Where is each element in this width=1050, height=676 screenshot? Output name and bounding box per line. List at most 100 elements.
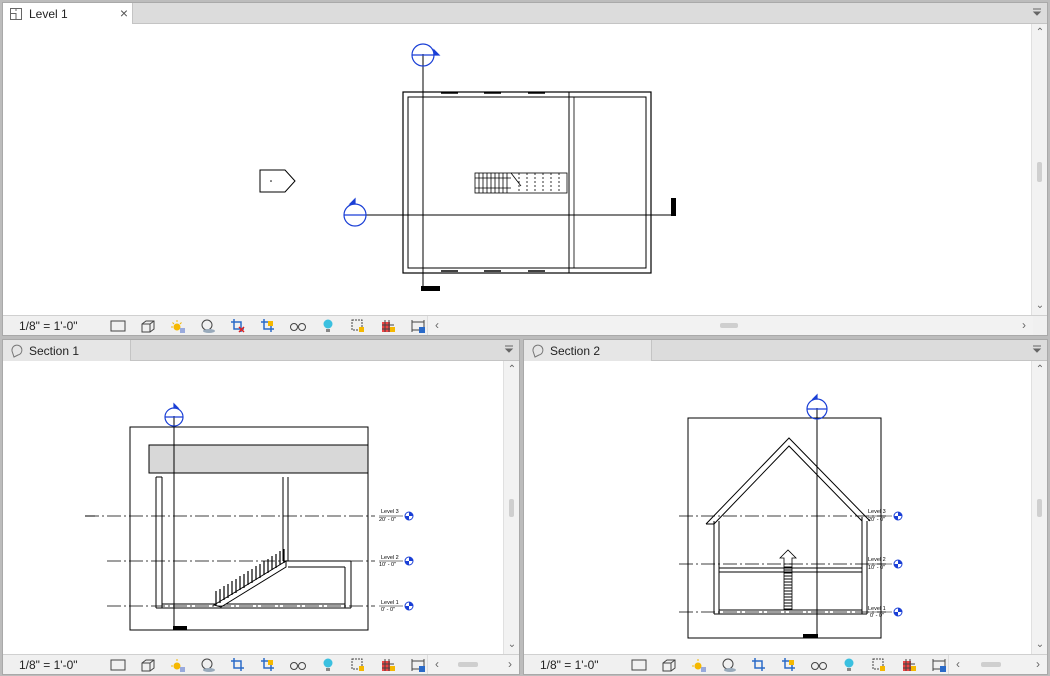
lightbulb-icon[interactable] — [834, 655, 864, 675]
scroll-right-icon[interactable]: › — [1031, 655, 1045, 674]
crop-region-icon[interactable] — [774, 655, 804, 675]
shadows-icon[interactable] — [193, 316, 223, 336]
crop-view-icon[interactable] — [223, 316, 253, 336]
scroll-up-icon[interactable]: ⌃ — [1032, 26, 1047, 40]
crop-region-icon[interactable] — [253, 655, 283, 675]
scroll-up-icon[interactable]: ⌃ — [504, 363, 519, 377]
vertical-scrollbar[interactable]: ⌃ ⌄ — [503, 361, 519, 654]
level-1-head: Level 1 0' - 0" — [868, 606, 903, 619]
section-2-view: Section 2 Level 3 20' - 0" Level 2 10' -… — [523, 339, 1048, 675]
highlight-displacement-icon[interactable] — [864, 655, 894, 675]
sun-path-icon[interactable] — [163, 316, 193, 336]
vertical-scrollbar[interactable]: ⌃ ⌄ — [1031, 361, 1047, 654]
view-scale[interactable]: 1/8" = 1'-0" — [3, 658, 103, 672]
scroll-left-icon[interactable]: ‹ — [430, 316, 444, 335]
section-2-tabbar: Section 2 — [524, 340, 1047, 361]
scroll-right-icon[interactable]: › — [1017, 316, 1031, 335]
scroll-thumb[interactable] — [1037, 162, 1042, 182]
level-3-name: Level 3 — [381, 509, 399, 515]
tab-label: Section 1 — [29, 343, 80, 358]
level-2-name: Level 2 — [868, 557, 886, 563]
horizontal-scrollbar[interactable]: ‹ › — [948, 655, 1047, 674]
chevron-down-icon[interactable] — [1031, 343, 1043, 355]
plan-canvas[interactable] — [3, 24, 1031, 315]
scroll-thumb[interactable] — [720, 323, 738, 328]
scroll-down-icon[interactable]: ⌄ — [1032, 299, 1047, 313]
section-1-view: Section 1 Level 3 20' - 0" Level 2 10' -… — [2, 339, 520, 675]
crop-view-icon[interactable] — [744, 655, 774, 675]
view-scale[interactable]: 1/8" = 1'-0" — [524, 658, 624, 672]
view-scale[interactable]: 1/8" = 1'-0" — [3, 319, 103, 333]
model-display-icon[interactable] — [103, 316, 133, 336]
scroll-right-icon[interactable]: › — [503, 655, 517, 674]
section-view-icon — [532, 344, 544, 358]
level-2-elevation: 10' - 0" — [379, 562, 396, 568]
lightbulb-icon[interactable] — [313, 316, 343, 336]
stair — [474, 172, 568, 194]
gable-roof — [705, 437, 871, 525]
model-display-icon[interactable] — [103, 655, 133, 675]
scroll-up-icon[interactable]: ⌃ — [1032, 363, 1047, 377]
chevron-down-icon[interactable] — [1031, 6, 1043, 18]
tab-section-1[interactable]: Section 1 — [3, 340, 131, 361]
roof-slab — [148, 444, 369, 474]
highlight-displacement-icon[interactable] — [343, 316, 373, 336]
level-3-head: Level 3 20' - 0" — [868, 509, 903, 523]
chevron-down-icon[interactable] — [503, 343, 515, 355]
temporary-hide-icon[interactable] — [804, 655, 834, 675]
worksharing-icon[interactable] — [373, 655, 403, 675]
level-2-head: Level 2 10' - 0" — [379, 555, 414, 568]
worksharing-icon[interactable] — [894, 655, 924, 675]
horizontal-scrollbar[interactable]: ‹ › — [427, 655, 519, 674]
scroll-down-icon[interactable]: ⌄ — [1032, 638, 1047, 652]
tab-label: Level 1 — [29, 6, 68, 21]
highlight-displacement-icon[interactable] — [343, 655, 373, 675]
temporary-hide-icon[interactable] — [283, 655, 313, 675]
scroll-thumb[interactable] — [981, 662, 1001, 667]
level-3-elevation: 20' - 0" — [868, 517, 885, 523]
stair — [779, 549, 797, 610]
section-1-canvas[interactable]: Level 3 20' - 0" Level 2 10' - 0" Level … — [3, 361, 503, 654]
3d-box-icon[interactable] — [654, 655, 684, 675]
sun-path-icon[interactable] — [163, 655, 193, 675]
level-1-name: Level 1 — [868, 606, 886, 612]
section-2-canvas[interactable]: Level 3 20' - 0" Level 2 10' - 0" Level … — [524, 361, 1031, 654]
stair-treads — [784, 566, 792, 610]
crop-region-icon[interactable] — [253, 316, 283, 336]
level-1-view: Level 1 × ⌃ ⌄ 1/8" = 1'-0" ‹ › — [2, 2, 1048, 336]
lightbulb-icon[interactable] — [313, 655, 343, 675]
shadows-icon[interactable] — [714, 655, 744, 675]
close-icon[interactable]: × — [120, 5, 128, 21]
view-control-bar: 1/8" = 1'-0" ‹ › — [3, 315, 1047, 335]
elevation-marker — [259, 169, 296, 193]
horizontal-scrollbar[interactable]: ‹ › — [427, 316, 1033, 335]
crop-view-icon[interactable] — [223, 655, 253, 675]
level-1-elevation: 0' - 0" — [381, 607, 395, 613]
floor-plan-icon — [10, 7, 22, 20]
floor-plan-drawing — [259, 43, 676, 291]
model-display-icon[interactable] — [624, 655, 654, 675]
temporary-hide-icon[interactable] — [283, 316, 313, 336]
scroll-thumb[interactable] — [509, 499, 514, 517]
scroll-thumb[interactable] — [458, 662, 478, 667]
scroll-left-icon[interactable]: ‹ — [430, 655, 444, 674]
scroll-thumb[interactable] — [1037, 499, 1042, 517]
3d-box-icon[interactable] — [133, 316, 163, 336]
worksharing-icon[interactable] — [373, 316, 403, 336]
scroll-left-icon[interactable]: ‹ — [951, 655, 965, 674]
tab-section-2[interactable]: Section 2 — [524, 340, 652, 361]
3d-box-icon[interactable] — [133, 655, 163, 675]
section-1-tabbar: Section 1 — [3, 340, 519, 361]
section-2-drawing: Level 3 20' - 0" Level 2 10' - 0" Level … — [679, 393, 903, 639]
view-control-bar: 1/8" = 1'-0" ‹ › — [3, 654, 519, 674]
level-1-head: Level 1 0' - 0" — [379, 600, 414, 613]
tab-level-1[interactable]: Level 1 × — [3, 3, 133, 24]
vertical-scrollbar[interactable]: ⌃ ⌄ — [1031, 24, 1047, 315]
section-1-head — [343, 197, 367, 227]
tab-label: Section 2 — [550, 343, 601, 358]
stair-treads — [215, 549, 285, 605]
shadows-icon[interactable] — [193, 655, 223, 675]
sun-path-icon[interactable] — [684, 655, 714, 675]
scroll-down-icon[interactable]: ⌄ — [504, 638, 519, 652]
section-view-icon — [11, 344, 23, 358]
